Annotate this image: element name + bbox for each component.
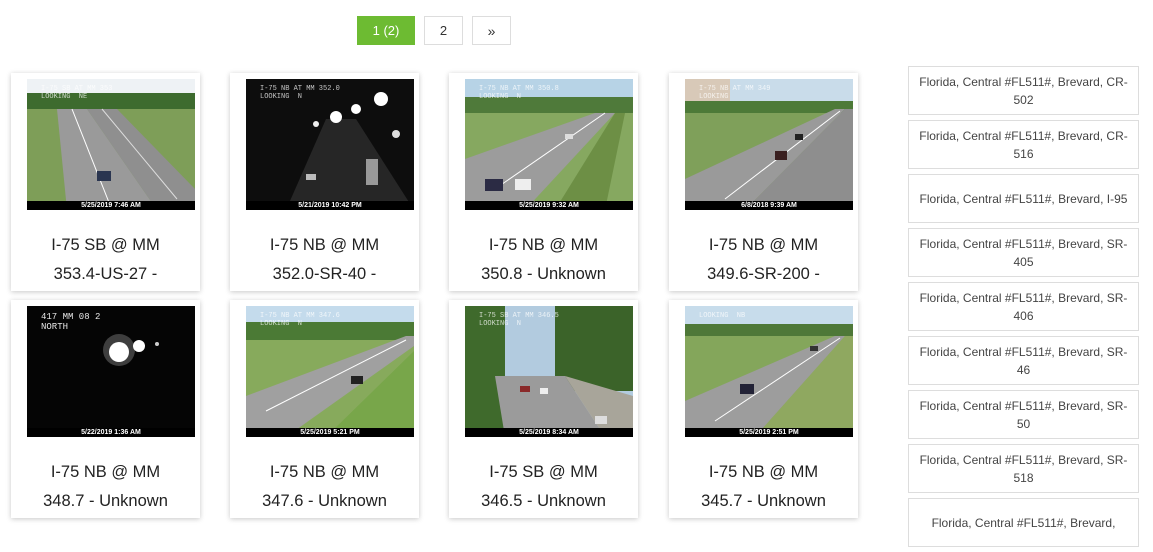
region-item[interactable]: Florida, Central #FL511#, Brevard, SR-46 bbox=[908, 336, 1139, 385]
camera-card[interactable]: I-75 NB AT MM 347.6 LOOKING N 5/25/2019 … bbox=[230, 300, 419, 518]
camera-card[interactable]: I-75 NB AT MM 350.8 LOOKING N 5/25/2019 … bbox=[449, 73, 638, 291]
camera-overlay-text: I-75 NB AT MM 350.8 LOOKING N bbox=[479, 85, 559, 101]
camera-timestamp: 5/22/2019 1:36 AM bbox=[27, 428, 195, 437]
camera-title[interactable]: I-75 NB @ MM 348.7 - Unknown bbox=[11, 458, 200, 516]
camera-overlay-text: I-75 NB AT MM 352.0 LOOKING N bbox=[260, 85, 340, 101]
camera-title[interactable]: I-75 NB @ MM 349.6-SR-200 - bbox=[669, 231, 858, 289]
camera-timestamp: 5/25/2019 8:34 AM bbox=[465, 428, 633, 437]
camera-title-line1: I-75 SB @ MM bbox=[51, 236, 160, 254]
camera-overlay-text: I-75 SB AT MM 346.5 LOOKING N bbox=[479, 312, 559, 328]
camera-card[interactable]: I-75 SB AT MM 353 LOOKING NE 5/25/2019 7… bbox=[11, 73, 200, 291]
camera-overlay-text: 417 MM 08 2 NORTH bbox=[41, 312, 101, 332]
camera-image[interactable]: I-75 NB AT MM 350.8 LOOKING N 5/25/2019 … bbox=[465, 79, 633, 210]
camera-title[interactable]: I-75 NB @ MM 352.0-SR-40 - bbox=[230, 231, 419, 289]
camera-image[interactable]: I-75 NB AT MM 352.0 LOOKING N 5/21/2019 … bbox=[246, 79, 414, 210]
camera-title-line2: 350.8 - Unknown bbox=[481, 265, 606, 283]
camera-card[interactable]: LOOKING NB 5/25/2019 2:51 PM I-75 NB @ M… bbox=[669, 300, 858, 518]
camera-card[interactable]: I-75 NB AT MM 349 LOOKING 6/8/2018 9:39 … bbox=[669, 73, 858, 291]
camera-title-line2: 346.5 - Unknown bbox=[481, 492, 606, 510]
camera-title-line1: I-75 NB @ MM bbox=[269, 463, 380, 481]
camera-timestamp: 5/25/2019 7:46 AM bbox=[27, 201, 195, 210]
region-list: Florida, Central #FL511#, Brevard, CR-50… bbox=[908, 66, 1139, 552]
camera-title-line1: I-75 NB @ MM bbox=[708, 236, 819, 254]
camera-title-line2: 349.6-SR-200 - bbox=[707, 265, 820, 283]
camera-image[interactable]: I-75 SB AT MM 346.5 LOOKING N 5/25/2019 … bbox=[465, 306, 633, 437]
camera-title-line1: I-75 NB @ MM bbox=[488, 236, 599, 254]
camera-overlay-text: I-75 NB AT MM 347.6 LOOKING N bbox=[260, 312, 340, 328]
camera-title[interactable]: I-75 NB @ MM 347.6 - Unknown bbox=[230, 458, 419, 516]
camera-card[interactable]: 417 MM 08 2 NORTH 5/22/2019 1:36 AM I-75… bbox=[11, 300, 200, 518]
region-item[interactable]: Florida, Central #FL511#, Brevard, I-95 bbox=[908, 174, 1139, 223]
camera-timestamp: 5/21/2019 10:42 PM bbox=[246, 201, 414, 210]
camera-card[interactable]: I-75 NB AT MM 352.0 LOOKING N 5/21/2019 … bbox=[230, 73, 419, 291]
camera-title-line1: I-75 NB @ MM bbox=[50, 463, 161, 481]
camera-timestamp: 5/25/2019 2:51 PM bbox=[685, 428, 853, 437]
camera-overlay-text: LOOKING NB bbox=[699, 312, 746, 320]
camera-overlay-text: I-75 SB AT MM 353 LOOKING NE bbox=[41, 85, 113, 101]
page-1-button[interactable]: 1 (2) bbox=[357, 16, 415, 45]
region-item[interactable]: Florida, Central #FL511#, Brevard, SR-40… bbox=[908, 228, 1139, 277]
next-page-button[interactable]: » bbox=[472, 16, 511, 45]
camera-title-line1: I-75 NB @ MM bbox=[708, 463, 819, 481]
camera-image[interactable]: I-75 NB AT MM 347.6 LOOKING N 5/25/2019 … bbox=[246, 306, 414, 437]
camera-card[interactable]: I-75 SB AT MM 346.5 LOOKING N 5/25/2019 … bbox=[449, 300, 638, 518]
camera-title[interactable]: I-75 SB @ MM 346.5 - Unknown bbox=[449, 458, 638, 516]
camera-timestamp: 6/8/2018 9:39 AM bbox=[685, 201, 853, 210]
camera-image[interactable]: 417 MM 08 2 NORTH 5/22/2019 1:36 AM bbox=[27, 306, 195, 437]
region-item[interactable]: Florida, Central #FL511#, Brevard, SR-50 bbox=[908, 390, 1139, 439]
camera-overlay-text: I-75 NB AT MM 349 LOOKING bbox=[699, 85, 771, 101]
camera-title[interactable]: I-75 SB @ MM 353.4-US-27 - bbox=[11, 231, 200, 289]
camera-timestamp: 5/25/2019 5:21 PM bbox=[246, 428, 414, 437]
camera-image[interactable]: LOOKING NB 5/25/2019 2:51 PM bbox=[685, 306, 853, 437]
camera-image[interactable]: I-75 NB AT MM 349 LOOKING 6/8/2018 9:39 … bbox=[685, 79, 853, 210]
region-item[interactable]: Florida, Central #FL511#, Brevard, CR-51… bbox=[908, 120, 1139, 169]
camera-title-line2: 348.7 - Unknown bbox=[43, 492, 168, 510]
camera-title-line2: 345.7 - Unknown bbox=[701, 492, 826, 510]
region-item[interactable]: Florida, Central #FL511#, Brevard, CR-50… bbox=[908, 66, 1139, 115]
camera-image[interactable]: I-75 SB AT MM 353 LOOKING NE 5/25/2019 7… bbox=[27, 79, 195, 210]
pagination: 1 (2) 2 » bbox=[357, 16, 511, 45]
camera-title-line1: I-75 SB @ MM bbox=[489, 463, 598, 481]
camera-title[interactable]: I-75 NB @ MM 350.8 - Unknown bbox=[449, 231, 638, 289]
camera-title-line2: 347.6 - Unknown bbox=[262, 492, 387, 510]
region-item[interactable]: Florida, Central #FL511#, Brevard, bbox=[908, 498, 1139, 547]
region-item[interactable]: Florida, Central #FL511#, Brevard, SR-40… bbox=[908, 282, 1139, 331]
camera-title[interactable]: I-75 NB @ MM 345.7 - Unknown bbox=[669, 458, 858, 516]
page-2-button[interactable]: 2 bbox=[424, 16, 463, 45]
camera-timestamp: 5/25/2019 9:32 AM bbox=[465, 201, 633, 210]
camera-title-line1: I-75 NB @ MM bbox=[269, 236, 380, 254]
camera-title-line2: 352.0-SR-40 - bbox=[272, 265, 377, 283]
camera-title-line2: 353.4-US-27 - bbox=[53, 265, 158, 283]
region-item[interactable]: Florida, Central #FL511#, Brevard, SR-51… bbox=[908, 444, 1139, 493]
